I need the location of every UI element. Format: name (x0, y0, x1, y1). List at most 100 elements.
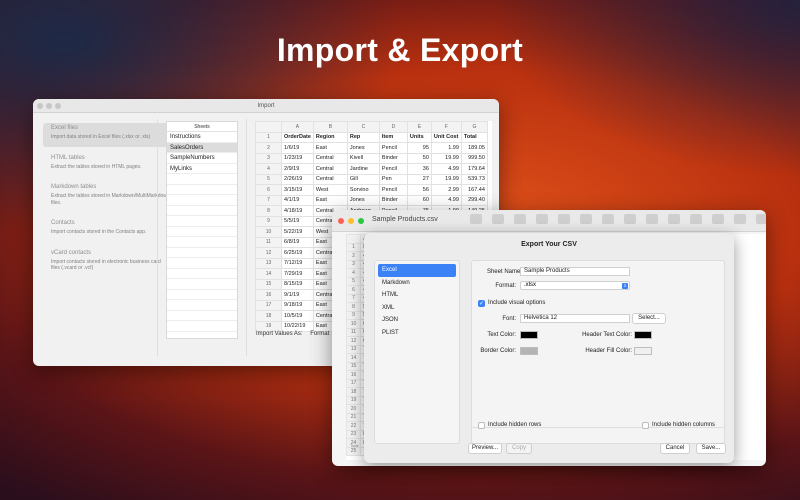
column-header[interactable]: Unit Cost (430, 131, 462, 143)
sheet-item[interactable] (167, 185, 237, 195)
table-cell[interactable]: 10/5/19 (281, 310, 314, 322)
format-select[interactable]: .xlsx ⇕ (520, 281, 630, 290)
sheet-item[interactable]: SalesOrders (167, 142, 237, 153)
table-cell[interactable]: 167.44 (460, 184, 488, 196)
table-cell[interactable]: 10/22/19 (281, 320, 314, 332)
table-cell[interactable]: Central (312, 173, 348, 185)
table-cell[interactable]: Kivell (346, 152, 380, 164)
table-cell[interactable]: Central (312, 152, 348, 164)
table-cell[interactable]: 2/9/19 (281, 163, 314, 175)
table-row[interactable]: 5 2/26/19 Central Gill Pen 27 19.99 539.73 (255, 173, 488, 185)
sheet-name-input[interactable]: Sample Products (520, 267, 630, 276)
sheet-item[interactable] (167, 248, 237, 258)
select-font-button[interactable]: Select... (632, 313, 666, 324)
sheet-item[interactable] (167, 237, 237, 248)
column-letter[interactable]: D (378, 121, 408, 133)
table-cell[interactable]: 19.99 (430, 173, 462, 185)
table-cell[interactable]: 27 (406, 173, 432, 185)
sheet-item[interactable] (167, 269, 237, 279)
source-markdown[interactable]: Markdown tables Extract the tables stored… (43, 182, 179, 212)
close-window-button[interactable] (338, 218, 344, 224)
column-letter[interactable]: G (460, 121, 488, 133)
table-cell[interactable]: 189.05 (460, 142, 488, 154)
table-cell[interactable]: Binder (378, 194, 408, 206)
minimize-window-button[interactable] (348, 218, 354, 224)
sheet-item[interactable] (167, 227, 237, 237)
column-letter[interactable]: B (312, 121, 348, 133)
sheet-item[interactable]: SampleNumbers (167, 153, 237, 164)
sheet-item[interactable] (167, 311, 237, 321)
table-cell[interactable]: Sorvino (346, 184, 380, 196)
toolbar-icon[interactable] (690, 214, 702, 224)
sheet-item[interactable] (167, 206, 237, 216)
column-letter[interactable]: C (346, 121, 380, 133)
table-cell[interactable]: 7/29/19 (281, 268, 314, 280)
close-window-button[interactable] (37, 103, 43, 109)
format-plist[interactable]: PLIST (378, 327, 456, 340)
toolbar-icon[interactable] (558, 214, 570, 224)
sheet-item[interactable] (167, 258, 237, 269)
table-row[interactable]: 7 4/1/19 East Jones Binder 60 4.99 299.40 (255, 194, 488, 206)
column-header[interactable]: Units (406, 131, 432, 143)
sheet-item[interactable] (167, 195, 237, 206)
column-header[interactable]: OrderDate (281, 131, 314, 143)
toolbar-icon[interactable] (580, 214, 592, 224)
column-letter[interactable]: A (281, 121, 314, 133)
table-cell[interactable]: 299.40 (460, 194, 488, 206)
table-cell[interactable]: 7/12/19 (281, 257, 314, 269)
toolbar-icon[interactable] (536, 214, 548, 224)
table-cell[interactable]: 539.73 (460, 173, 488, 185)
sheet-item[interactable] (167, 279, 237, 290)
hidden-rows-checkbox[interactable] (478, 422, 485, 429)
table-cell[interactable]: 4.99 (430, 194, 462, 206)
toolbar-icon[interactable] (646, 214, 658, 224)
source-excel[interactable]: Excel files Import data stored in Excel f… (43, 123, 179, 147)
column-header[interactable]: Rep (346, 131, 380, 143)
text-color-well[interactable] (520, 331, 538, 339)
column-letter[interactable]: F (430, 121, 462, 133)
table-cell[interactable]: 6/25/19 (281, 247, 314, 259)
table-cell[interactable]: 2/26/19 (281, 173, 314, 185)
table-row[interactable]: 4 2/9/19 Central Jardine Pencil 36 4.99 179.64 (255, 163, 488, 175)
toolbar-icon[interactable] (624, 214, 636, 224)
toolbar-icon[interactable] (734, 214, 746, 224)
visual-options-checkbox[interactable]: ✓ (478, 300, 485, 307)
sheet-item[interactable] (167, 321, 237, 332)
table-row[interactable]: 2 1/6/19 East Jones Pencil 95 1.99 189.05 (255, 142, 488, 154)
format-markdown[interactable]: Markdown (378, 277, 456, 290)
source-html[interactable]: HTML tables Extract the tables stored in … (43, 153, 179, 177)
format-excel[interactable]: Excel (378, 264, 456, 277)
table-cell[interactable]: Pencil (378, 163, 408, 175)
table-cell[interactable]: Jardine (346, 163, 380, 175)
table-cell[interactable]: 5/22/19 (281, 226, 314, 238)
preview-button[interactable]: Preview... (468, 443, 502, 454)
sheet-item[interactable] (167, 290, 237, 300)
border-color-well[interactable] (520, 347, 538, 355)
toolbar-icon[interactable] (514, 214, 526, 224)
table-cell[interactable]: 8/15/19 (281, 278, 314, 290)
table-cell[interactable]: 5/5/19 (281, 215, 314, 227)
toolbar-icon[interactable] (756, 214, 766, 224)
column-header[interactable]: Total (460, 131, 488, 143)
table-cell[interactable]: 6/8/19 (281, 236, 314, 248)
hidden-columns-checkbox[interactable] (642, 422, 649, 429)
table-cell[interactable]: 4.99 (430, 163, 462, 175)
source-vcard[interactable]: vCard contacts Import contacts stored in … (43, 248, 179, 278)
import-values-select[interactable]: Format (310, 331, 329, 337)
table-cell[interactable]: Gill (346, 173, 380, 185)
sheet-item[interactable]: MyLinks (167, 164, 237, 174)
table-cell[interactable]: 4/1/19 (281, 194, 314, 206)
toolbar-icon[interactable] (470, 214, 482, 224)
table-row[interactable]: 6 3/15/19 West Sorvino Pencil 56 2.99 167.44 (255, 184, 488, 196)
table-cell[interactable]: 1.99 (430, 142, 462, 154)
table-cell[interactable]: 4/18/19 (281, 205, 314, 217)
table-cell[interactable]: 50 (406, 152, 432, 164)
table-cell[interactable]: 3/15/19 (281, 184, 314, 196)
table-row[interactable]: 1 OrderDate Region Rep Item Units Unit Cost Tot… (255, 131, 488, 143)
table-cell[interactable]: Jones (346, 194, 380, 206)
table-cell[interactable]: 9/18/19 (281, 299, 314, 311)
table-cell[interactable]: 2.99 (430, 184, 462, 196)
table-cell[interactable]: Pen (378, 173, 408, 185)
format-html[interactable]: HTML (378, 289, 456, 302)
table-cell[interactable]: 36 (406, 163, 432, 175)
